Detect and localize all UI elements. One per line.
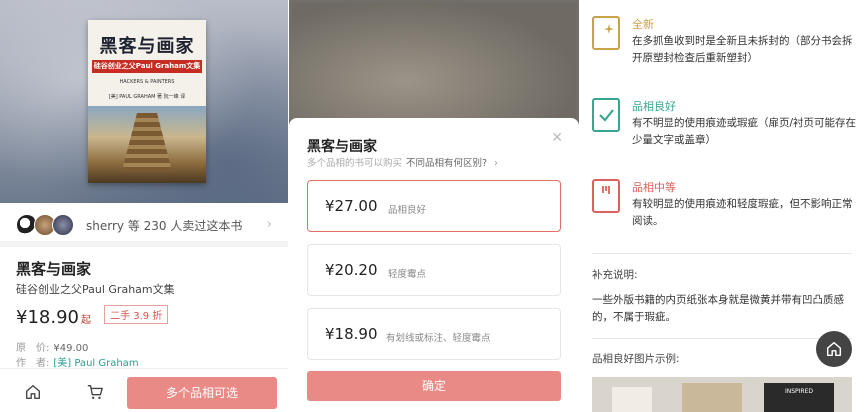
sample-label: 品相良好图片示例: (592, 353, 680, 365)
product-title: 黑客与画家 (16, 260, 92, 278)
discount-badge: 二手 3.9 折 (104, 305, 169, 324)
option-label: 有划线或标注、轻度霉点 (386, 333, 491, 344)
book-cover-area: 黑客与画家 硅谷创业之父Paul Graham文集 HACKERS & PAIN… (0, 0, 288, 203)
cover-author-line: [美] PAUL GRAHAM 著 阮一峰 译 (108, 94, 186, 100)
condition-name: 全新 (632, 18, 654, 31)
original-price: ¥49.00 (53, 343, 89, 354)
condition-option[interactable]: ¥20.20 轻度霉点 (307, 244, 561, 296)
supplement-label: 补充说明: (592, 269, 638, 281)
condition-name: 品相良好 (632, 100, 676, 113)
scratch-book-icon (592, 179, 620, 213)
condition-description: 有不明显的使用痕迹或瑕疵（扉页/衬页可能存在少量文字或盖章） (632, 117, 857, 146)
condition-name: 品相中等 (632, 181, 676, 194)
author-row: 作 者: [美] Paul Graham (16, 354, 139, 369)
original-price-row: 原 价: ¥49.00 (16, 339, 88, 354)
condition-option[interactable]: ¥18.90 有划线或标注、轻度霉点 (307, 308, 561, 360)
confirm-button[interactable]: 确定 (307, 371, 561, 401)
sample-book (612, 387, 652, 412)
supplement-text: 一些外版书籍的内页纸张本身就是微黄并带有凹凸质感的，不属于瑕疵。 (592, 294, 844, 323)
close-icon[interactable]: ✕ (551, 130, 563, 146)
product-subtitle: 硅谷创业之父Paul Graham文集 (16, 283, 175, 296)
blurred-background (289, 0, 579, 135)
sample-photo: INSPIRED (592, 377, 852, 412)
book-cover-image[interactable]: 黑客与画家 硅谷创业之父Paul Graham文集 HACKERS & PAIN… (88, 20, 206, 183)
avatar (52, 214, 74, 236)
option-price: ¥20.20 (325, 261, 378, 279)
home-icon (826, 341, 842, 357)
option-price: ¥18.90 (325, 325, 378, 343)
tower-illustration (122, 113, 172, 171)
product-page-panel: 黑客与画家 硅谷创业之父Paul Graham文集 HACKERS & PAIN… (0, 0, 288, 412)
floating-home-button[interactable] (816, 331, 852, 367)
cart-icon[interactable] (84, 381, 106, 403)
option-label: 轻度霉点 (388, 269, 427, 280)
sheet-hint: 多个品相的书可以购买 不同品相有何区别? › (307, 155, 498, 169)
condition-select-panel: 黑客与画家 ✕ 多个品相的书可以购买 不同品相有何区别? › ¥27.00 品相良… (289, 0, 579, 412)
bottom-action-bar: 多个品相可选 (0, 368, 288, 412)
sellers-count-text: sherry 等 230 人卖过这本书 (86, 219, 243, 233)
option-label: 品相良好 (388, 205, 427, 216)
product-price: ¥18.90 (16, 307, 79, 328)
hint-text: 多个品相的书可以购买 (307, 158, 403, 169)
sparkle-book-icon (592, 16, 620, 50)
chevron-right-icon: › (266, 217, 272, 232)
cover-artwork-tower-of-babel (88, 106, 206, 183)
price-row: ¥18.90 起 二手 3.9 折 (16, 305, 169, 329)
condition-description: 有较明显的使用痕迹和轻度瑕疵，但不影响正常阅读。 (632, 198, 853, 227)
condition-explanation-panel: 全新 在多抓鱼收到时是全新且未拆封的（部分书会拆开原塑封检查后重新塑封） 品相良… (580, 0, 865, 412)
chevron-right-icon: › (494, 158, 498, 169)
divider (592, 338, 852, 339)
original-price-label: 原 价: (16, 343, 50, 354)
divider (592, 253, 852, 254)
price-suffix: 起 (80, 315, 91, 326)
checkmark-book-icon (592, 98, 620, 132)
sellers-row[interactable]: sherry 等 230 人卖过这本书 › (0, 203, 288, 247)
choose-condition-button[interactable]: 多个品相可选 (127, 377, 277, 409)
cover-english-title: HACKERS & PAINTERS (119, 79, 175, 85)
sample-book (682, 383, 742, 412)
cover-title: 黑客与画家 (99, 36, 195, 57)
condition-bottom-sheet: 黑客与画家 ✕ 多个品相的书可以购买 不同品相有何区别? › ¥27.00 品相良… (289, 118, 579, 412)
home-icon[interactable] (22, 381, 44, 403)
cover-subtitle: 硅谷创业之父Paul Graham文集 (92, 60, 202, 73)
sample-book-inspired: INSPIRED (764, 383, 834, 412)
condition-difference-link[interactable]: 不同品相有何区别? (406, 158, 487, 169)
option-price: ¥27.00 (325, 197, 378, 215)
condition-option[interactable]: ¥27.00 品相良好 (307, 180, 561, 232)
condition-description: 在多抓鱼收到时是全新且未拆封的（部分书会拆开原塑封检查后重新塑封） (632, 35, 853, 64)
sheet-title: 黑客与画家 (307, 139, 377, 155)
